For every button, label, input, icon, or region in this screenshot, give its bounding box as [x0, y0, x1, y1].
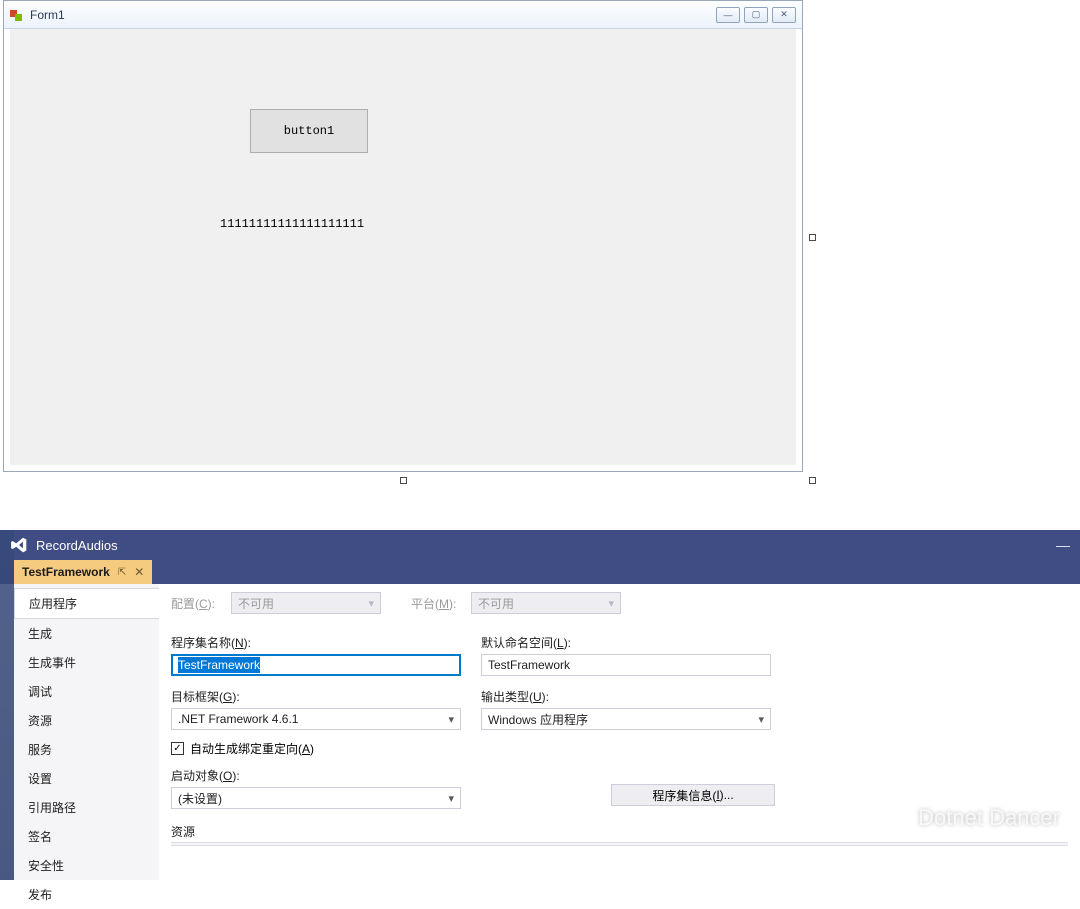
sidebar-item-settings[interactable]: 设置	[14, 764, 159, 793]
project-properties-body: 应用程序 生成 生成事件 调试 资源 服务 设置 引用路径 签名 安全性 发布 …	[14, 584, 1080, 880]
auto-binding-redirect-checkbox[interactable]: ✓	[171, 742, 184, 755]
sidebar-item-application[interactable]: 应用程序	[14, 588, 159, 619]
document-tabs: TestFramework ⇱ ✕	[0, 560, 1080, 584]
platform-label: 平台(M):	[411, 595, 471, 612]
application-page: 配置(C): 不可用 平台(M): 不可用 程序集名称(N): TestFram…	[159, 584, 1080, 880]
maximize-button[interactable]: ▢	[744, 7, 768, 23]
sidebar-item-resources[interactable]: 资源	[14, 706, 159, 735]
startup-object-combo[interactable]: (未设置)	[171, 787, 461, 809]
close-button[interactable]: ✕	[772, 7, 796, 23]
visual-studio-window: RecordAudios — TestFramework ⇱ ✕ 应用程序 生成…	[0, 530, 1080, 880]
resources-section-label: 资源	[171, 823, 1068, 840]
default-namespace-input[interactable]: TestFramework	[481, 654, 771, 676]
titlebar[interactable]: Form1 — ▢ ✕	[4, 1, 802, 29]
resize-handle-corner[interactable]	[809, 477, 816, 484]
tab-label: TestFramework	[22, 565, 110, 579]
auto-binding-redirect-label: 自动生成绑定重定向(A)	[190, 740, 314, 757]
startup-object-label: 启动对象(O):	[171, 767, 461, 784]
config-combo: 不可用	[231, 592, 381, 614]
vs-minimize-button[interactable]: —	[1046, 530, 1080, 560]
config-label: 配置(C):	[171, 595, 231, 612]
button1[interactable]: button1	[250, 109, 368, 153]
minimize-button[interactable]: —	[716, 7, 740, 23]
vs-logo-icon	[10, 536, 28, 554]
sidebar-item-build[interactable]: 生成	[14, 619, 159, 648]
resize-handle-bottom[interactable]	[400, 477, 407, 484]
solution-title: RecordAudios	[36, 538, 118, 553]
tab-testframework[interactable]: TestFramework ⇱ ✕	[14, 560, 152, 584]
target-framework-label: 目标框架(G):	[171, 688, 461, 705]
pin-icon[interactable]: ⇱	[118, 567, 126, 578]
sidebar-item-reference-paths[interactable]: 引用路径	[14, 793, 159, 822]
sidebar-item-debug[interactable]: 调试	[14, 677, 159, 706]
form-icon	[10, 8, 24, 22]
label1[interactable]: 11111111111111111111	[220, 217, 364, 231]
tab-close-icon[interactable]: ✕	[134, 565, 144, 579]
assembly-name-label: 程序集名称(N):	[171, 634, 461, 651]
docked-toolwindow-gutter[interactable]	[0, 530, 14, 880]
vs-titlebar[interactable]: RecordAudios —	[0, 530, 1080, 560]
sidebar-item-security[interactable]: 安全性	[14, 851, 159, 880]
output-type-label: 输出类型(U):	[481, 688, 771, 705]
form-client-area[interactable]: button1 11111111111111111111	[10, 29, 796, 465]
sidebar-item-publish[interactable]: 发布	[14, 880, 159, 909]
side-nav: 应用程序 生成 生成事件 调试 资源 服务 设置 引用路径 签名 安全性 发布	[14, 584, 159, 880]
vs-window-controls: —	[1046, 530, 1080, 560]
auto-binding-redirect-row[interactable]: ✓ 自动生成绑定重定向(A)	[171, 740, 1068, 757]
form-title: Form1	[30, 8, 65, 22]
sidebar-item-services[interactable]: 服务	[14, 735, 159, 764]
titlebar-buttons: — ▢ ✕	[716, 7, 796, 23]
sidebar-item-signing[interactable]: 签名	[14, 822, 159, 851]
default-namespace-label: 默认命名空间(L):	[481, 634, 771, 651]
config-platform-row: 配置(C): 不可用 平台(M): 不可用	[171, 592, 1068, 614]
assembly-info-button[interactable]: 程序集信息(I)...	[611, 784, 775, 806]
target-framework-combo[interactable]: .NET Framework 4.6.1	[171, 708, 461, 730]
output-type-combo[interactable]: Windows 应用程序	[481, 708, 771, 730]
sidebar-item-build-events[interactable]: 生成事件	[14, 648, 159, 677]
designer-surface[interactable]: Form1 — ▢ ✕ button1 11111111111111111111	[0, 0, 812, 480]
assembly-name-input[interactable]: TestFramework	[171, 654, 461, 676]
form-window[interactable]: Form1 — ▢ ✕ button1 11111111111111111111	[3, 0, 803, 472]
resize-handle-right[interactable]	[809, 234, 816, 241]
section-separator	[171, 842, 1068, 846]
platform-combo: 不可用	[471, 592, 621, 614]
